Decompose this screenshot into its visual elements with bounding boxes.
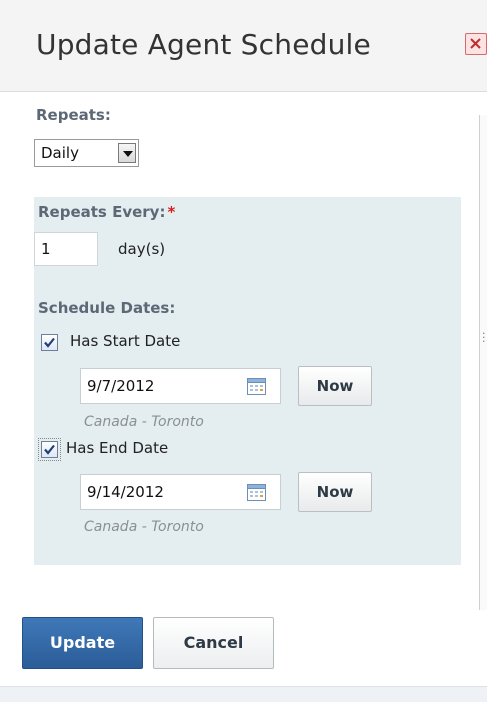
- repeats-select[interactable]: Daily: [34, 139, 139, 167]
- required-mark: *: [167, 203, 176, 221]
- start-now-button[interactable]: Now: [298, 366, 372, 406]
- update-button[interactable]: Update: [22, 617, 143, 669]
- checkmark-icon: [44, 444, 55, 455]
- has-end-date-label: Has End Date: [66, 439, 169, 457]
- repeats-every-label-text: Repeats Every:: [38, 203, 166, 221]
- has-start-date-checkbox[interactable]: [41, 334, 58, 351]
- repeats-every-input[interactable]: 1: [34, 232, 98, 266]
- scrollbar[interactable]: [479, 115, 487, 610]
- dialog-title: Update Agent Schedule: [36, 28, 371, 61]
- calendar-icon[interactable]: [247, 484, 266, 501]
- end-date-input[interactable]: 9/14/2012: [80, 474, 281, 510]
- dialog-footer: [0, 686, 487, 702]
- repeats-every-label: Repeats Every: *: [38, 203, 175, 221]
- start-timezone-label: Canada - Toronto: [84, 414, 204, 430]
- chevron-down-icon[interactable]: [118, 143, 136, 163]
- repeats-label: Repeats:: [36, 106, 111, 124]
- cancel-button[interactable]: Cancel: [153, 617, 274, 669]
- update-agent-schedule-dialog: Update Agent Schedule · · · Repeats: Daily…: [0, 0, 487, 702]
- repeats-selected-value: Daily: [41, 144, 79, 162]
- checkmark-icon: [44, 337, 55, 348]
- start-date-input[interactable]: 9/7/2012: [80, 368, 281, 404]
- start-date-value: 9/7/2012: [87, 377, 155, 395]
- end-now-button[interactable]: Now: [298, 472, 372, 512]
- schedule-dates-label: Schedule Dates:: [38, 299, 176, 317]
- scroll-grip-icon[interactable]: · · ·: [482, 328, 486, 347]
- close-icon[interactable]: [465, 33, 487, 55]
- calendar-icon[interactable]: [247, 378, 266, 395]
- has-start-date-label: Has Start Date: [70, 332, 181, 350]
- end-date-value: 9/14/2012: [87, 483, 164, 501]
- end-timezone-label: Canada - Toronto: [84, 519, 204, 535]
- has-end-date-checkbox[interactable]: [38, 438, 61, 461]
- dialog-titlebar: Update Agent Schedule: [0, 0, 487, 92]
- repeats-unit-label: day(s): [118, 240, 166, 258]
